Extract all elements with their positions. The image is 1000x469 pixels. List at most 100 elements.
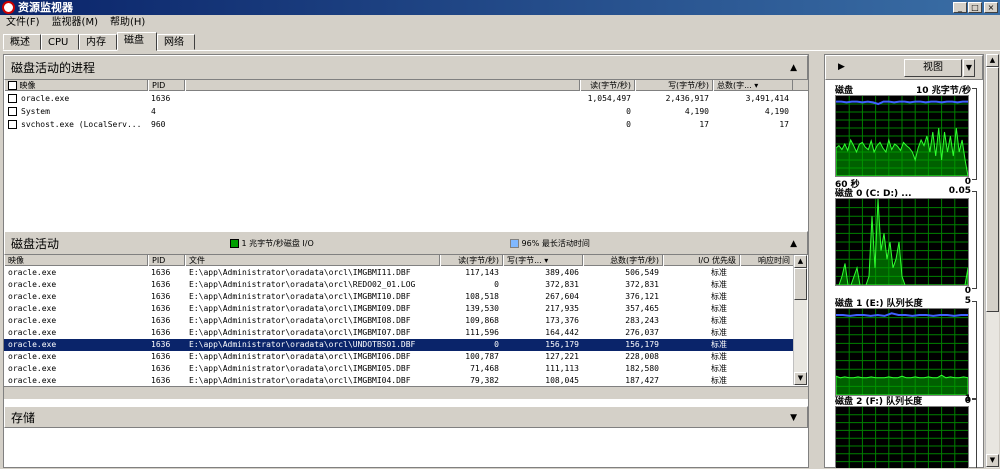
table-row[interactable]: oracle.exe 1636 E:\app\Administrator\orada… <box>4 315 793 327</box>
col-response-time[interactable]: 响应时间 <box>740 255 794 266</box>
table-row[interactable]: oracle.exe 1636 1,054,497 2,436,917 3,491,41… <box>4 92 794 105</box>
legend-io: 1 兆字节/秒磁盘 I/O <box>230 232 314 256</box>
table-row[interactable]: oracle.exe 1636 E:\app\Administrator\orada… <box>4 375 793 385</box>
title-bar: 资源监视器 <box>0 0 1000 15</box>
read-cell: 111,596 <box>465 328 499 337</box>
priority-cell: 标准 <box>711 376 727 385</box>
col-pid[interactable]: PID <box>148 80 185 91</box>
storage-section-header[interactable]: 存储 ▼ <box>4 406 808 428</box>
row-checkbox[interactable] <box>8 120 17 129</box>
read-cell: 79,382 <box>470 376 499 385</box>
menu-help[interactable]: 帮助(H) <box>104 15 151 30</box>
view-dropdown-icon[interactable]: ▼ <box>963 59 975 77</box>
image-cell: oracle.exe <box>8 328 57 337</box>
tab-memory[interactable]: 内存 <box>79 34 117 50</box>
pid-cell: 4 <box>151 107 156 116</box>
pid-cell: 1636 <box>151 280 171 289</box>
activity-scrollbar[interactable]: ▲ ▼ <box>793 255 807 385</box>
priority-cell: 标准 <box>711 340 727 349</box>
pid-cell: 1636 <box>151 304 171 313</box>
image-cell: oracle.exe <box>8 340 57 349</box>
col-total[interactable]: 总数(字节/秒) <box>583 255 663 266</box>
table-row[interactable]: oracle.exe 1636 E:\app\Administrator\orada… <box>4 327 793 339</box>
col-file[interactable]: 文件 <box>185 255 440 266</box>
col-read[interactable]: 读(字节/秒) <box>440 255 503 266</box>
graph-svg <box>835 96 969 177</box>
tab-disk[interactable]: 磁盘 <box>117 32 157 51</box>
table-row[interactable]: oracle.exe 1636 E:\app\Administrator\orada… <box>4 267 793 279</box>
collapse-pane-icon[interactable]: ▶ <box>838 62 845 72</box>
scroll-thumb[interactable] <box>986 67 999 312</box>
image-name: svchost.exe (LocalServ... <box>21 120 142 129</box>
scroll-up-button[interactable]: ▲ <box>794 255 807 268</box>
priority-cell: 标准 <box>711 280 727 289</box>
total-cell: 17 <box>779 120 789 129</box>
expand-icon[interactable]: ▼ <box>790 407 797 429</box>
table-row[interactable]: oracle.exe 1636 E:\app\Administrator\orada… <box>4 303 793 315</box>
minimize-button[interactable]: _ <box>953 2 967 13</box>
horizontal-scrollbar[interactable] <box>4 386 808 399</box>
view-button[interactable]: 视图 <box>904 59 962 77</box>
col-io-priority[interactable]: I/O 优先级 <box>663 255 740 266</box>
row-checkbox[interactable] <box>8 94 17 103</box>
pid-cell: 960 <box>151 120 166 129</box>
total-cell: 182,580 <box>625 364 659 373</box>
table-row[interactable]: oracle.exe 1636 E:\app\Administrator\orada… <box>4 339 793 351</box>
table-row[interactable]: oracle.exe 1636 E:\app\Administrator\orada… <box>4 291 793 303</box>
col-write[interactable]: 写(字节/秒) <box>635 80 713 91</box>
image-cell: oracle.exe <box>8 268 57 277</box>
file-cell: E:\app\Administrator\oradata\orcl\REDO02… <box>189 280 416 289</box>
image-cell: oracle.exe <box>8 352 57 361</box>
scroll-down-button[interactable]: ▼ <box>794 372 807 385</box>
total-cell: 156,179 <box>625 340 659 349</box>
col-pid[interactable]: PID <box>148 255 185 266</box>
table-row[interactable]: System 4 0 4,190 4,190 <box>4 105 794 118</box>
graph-max: 0.05 <box>948 186 971 196</box>
activity-section-header[interactable]: 磁盘活动 1 兆字节/秒磁盘 I/O 96% 最长活动时间 ▲ <box>4 231 808 255</box>
processes-table-body: oracle.exe 1636 1,054,497 2,436,917 3,491,41… <box>4 92 794 227</box>
col-total[interactable]: 总数(字... ▾ <box>713 80 793 91</box>
tab-cpu[interactable]: CPU <box>41 34 79 50</box>
table-row[interactable]: svchost.exe (LocalServ... 960 0 17 17 <box>4 118 794 131</box>
col-image[interactable]: 映像 <box>4 255 148 266</box>
graph-max: 5 <box>964 296 971 306</box>
collapse-icon[interactable]: ▲ <box>790 232 797 256</box>
scroll-up-button[interactable]: ▲ <box>986 54 999 67</box>
scroll-down-button[interactable]: ▼ <box>986 454 999 467</box>
tab-overview[interactable]: 概述 <box>3 34 41 50</box>
col-image[interactable]: 映像 <box>4 80 148 91</box>
table-row[interactable]: oracle.exe 1636 E:\app\Administrator\orada… <box>4 279 793 291</box>
activity-title: 磁盘活动 <box>11 237 60 251</box>
image-cell: oracle.exe <box>8 292 57 301</box>
total-cell: 372,831 <box>625 280 659 289</box>
graph-plot <box>835 95 969 177</box>
tab-network[interactable]: 网络 <box>157 34 195 50</box>
file-cell: E:\app\Administrator\oradata\orcl\IMGBMI… <box>189 352 411 361</box>
col-write[interactable]: 写(字节... ▾ <box>503 255 583 266</box>
read-cell: 139,530 <box>465 304 499 313</box>
select-all-checkbox[interactable] <box>8 81 17 90</box>
collapse-icon[interactable]: ▲ <box>790 56 797 81</box>
processes-section-header[interactable]: 磁盘活动的进程 ▲ <box>4 55 808 80</box>
priority-cell: 标准 <box>711 352 727 361</box>
close-button[interactable]: × <box>984 2 998 13</box>
row-checkbox[interactable] <box>8 107 17 116</box>
graphs-scrollbar[interactable]: ▲ ▼ <box>985 54 999 468</box>
table-row[interactable]: oracle.exe 1636 E:\app\Administrator\orada… <box>4 363 793 375</box>
image-cell: oracle.exe <box>8 316 57 325</box>
graph-plot <box>835 406 969 468</box>
maximize-button[interactable]: □ <box>968 2 982 13</box>
menu-file[interactable]: 文件(F) <box>0 15 46 30</box>
image-cell: svchost.exe (LocalServ... <box>8 118 148 131</box>
file-cell: E:\app\Administrator\oradata\orcl\IMGBMI… <box>189 364 411 373</box>
read-cell: 71,468 <box>470 364 499 373</box>
image-cell: oracle.exe <box>8 304 57 313</box>
priority-cell: 标准 <box>711 364 727 373</box>
table-row[interactable]: oracle.exe 1636 E:\app\Administrator\orada… <box>4 351 793 363</box>
read-cell: 0 <box>626 107 631 116</box>
file-cell: E:\app\Administrator\oradata\orcl\UNDOTB… <box>189 340 416 349</box>
col-read[interactable]: 读(字节/秒) <box>580 80 635 91</box>
scroll-thumb[interactable] <box>794 268 807 300</box>
menu-monitor[interactable]: 监视器(M) <box>46 15 104 30</box>
write-cell: 389,406 <box>545 268 579 277</box>
